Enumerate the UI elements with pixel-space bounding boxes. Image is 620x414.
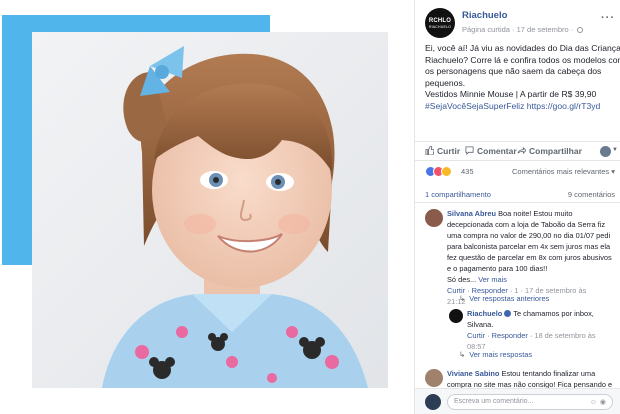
view-more-replies-link[interactable]: ↳ Ver mais respostas: [459, 350, 532, 359]
post-text-line: Ei, você aí! Já viu as novidades do Dia …: [425, 43, 620, 53]
comment-text: para balconista parcelar em 4x sem juros…: [447, 242, 611, 251]
share-button[interactable]: Compartilhar: [517, 146, 582, 156]
camera-icon[interactable]: ◉: [600, 399, 609, 406]
chevron-down-icon[interactable]: ▼: [612, 147, 618, 153]
reply-arrow-icon: ↳: [459, 294, 466, 303]
post-text-line: pequenos.: [425, 77, 466, 88]
reply: Riachuelo Te chamamos por inbox, Silvana…: [467, 308, 617, 352]
comment-text: Te chamamos por inbox,: [511, 309, 594, 318]
photo-viewer: [0, 0, 414, 414]
share-label: Compartilhar: [529, 146, 582, 156]
comment-text: uma compra no valor de 290,00 no dia 01/…: [447, 231, 611, 240]
commenter-avatar[interactable]: [425, 209, 443, 227]
comment-text: decepcionada com a loja de Taboão da Ser…: [447, 220, 606, 229]
comment-text: Boa noite! Estou muito: [496, 209, 573, 218]
comment-button[interactable]: Comentar: [465, 146, 517, 156]
comment-text: Só des...: [447, 275, 477, 284]
actor-avatar[interactable]: [600, 146, 611, 157]
post-text-line: Riachuelo? Corre lá e confira todos os m…: [425, 54, 620, 65]
composer-icons[interactable]: ☺◉: [590, 398, 609, 406]
more-options-icon[interactable]: ···: [601, 12, 615, 24]
reply-arrow-icon: ↳: [459, 350, 466, 359]
thumbs-up-icon: [425, 146, 434, 155]
post-photo[interactable]: [32, 32, 388, 388]
comment-time: 18 de setembro às: [534, 331, 596, 340]
girl-portrait-illustration: [32, 32, 388, 388]
post-text: Ei, você aí! Já viu as novidades do Dia …: [425, 43, 620, 113]
post-meta: Página curtida · 17 de setembro ·: [462, 25, 584, 34]
comment-text: Estou tentando finalizar uma: [499, 369, 596, 378]
commenter-name[interactable]: Silvana Abreu: [447, 209, 496, 218]
like-label: Curtir: [437, 146, 461, 156]
comment-actions[interactable]: Curtir · Responder ·: [467, 331, 532, 340]
page-name-link[interactable]: Riachuelo: [462, 10, 507, 21]
user-avatar[interactable]: [425, 394, 441, 410]
commenter-avatar[interactable]: [425, 369, 443, 387]
comments-section: Silvana Abreu Boa noite! Estou muito dec…: [415, 202, 620, 389]
reaction-count[interactable]: 435: [461, 167, 474, 176]
avatar-text: RCHLO: [428, 17, 452, 24]
globe-icon: [577, 27, 584, 33]
view-older-replies-link[interactable]: ↳ Ver respostas anteriores: [459, 294, 549, 303]
hashtag-link[interactable]: #SejaVocêSejaSuperFeliz https://goo.gl/r…: [425, 101, 620, 113]
comments-count[interactable]: 9 comentários: [568, 190, 615, 199]
post-header: RCHLO RIACHUELO Riachuelo Página curtida…: [425, 6, 615, 38]
comment-text: Silvana.: [467, 320, 494, 329]
comment-text: fez questão de parcelar em 8x com juros …: [447, 253, 612, 262]
comment-input[interactable]: Escreva um comentário...: [447, 394, 613, 410]
share-icon: [517, 146, 526, 155]
comment-text: e o pagamento para 100 dias!!: [447, 264, 548, 273]
comment-label: Comentar: [477, 146, 517, 156]
post-details-panel: RCHLO RIACHUELO Riachuelo Página curtida…: [414, 0, 620, 414]
commenter-name[interactable]: Viviane Sabino: [447, 369, 499, 378]
comment-composer: Escreva um comentário... ☺◉: [415, 388, 620, 414]
avatar-subtext: RIACHUELO: [428, 24, 452, 29]
counts-row: 1 compartilhamento 9 comentários: [425, 190, 615, 199]
commenter-name[interactable]: Riachuelo: [467, 309, 502, 318]
emoji-icon[interactable]: ☺: [590, 399, 600, 406]
older-replies-label: Ver respostas anteriores: [469, 294, 550, 303]
see-more-link[interactable]: Ver mais: [478, 275, 507, 284]
comment-icon: [465, 146, 474, 155]
more-replies-label: Ver mais respostas: [469, 350, 533, 359]
comment: Silvana Abreu Boa noite! Estou muito dec…: [447, 208, 619, 307]
comment: Viviane Sabino Estou tentando finalizar …: [447, 368, 619, 390]
wow-reaction-icon[interactable]: [441, 166, 452, 177]
like-button[interactable]: Curtir: [425, 146, 460, 156]
reactions-bar: 435 Comentários mais relevantes ▾: [425, 166, 615, 180]
post-actions-bar: Curtir Comentar Compartilhar ▼: [415, 141, 620, 161]
post-meta-text: Página curtida · 17 de setembro ·: [462, 25, 574, 34]
comment-sort-dropdown[interactable]: Comentários mais relevantes ▾: [512, 167, 615, 176]
post-text-line: os personagens que não saem da cabeça do…: [425, 66, 602, 77]
post-text-line: Vestidos Minnie Mouse | A partir de R$ 3…: [425, 89, 597, 100]
page-reply-avatar[interactable]: [449, 309, 463, 323]
comment-placeholder: Escreva um comentário...: [454, 398, 534, 405]
shares-count[interactable]: 1 compartilhamento: [425, 190, 491, 199]
page-avatar[interactable]: RCHLO RIACHUELO: [425, 8, 455, 38]
